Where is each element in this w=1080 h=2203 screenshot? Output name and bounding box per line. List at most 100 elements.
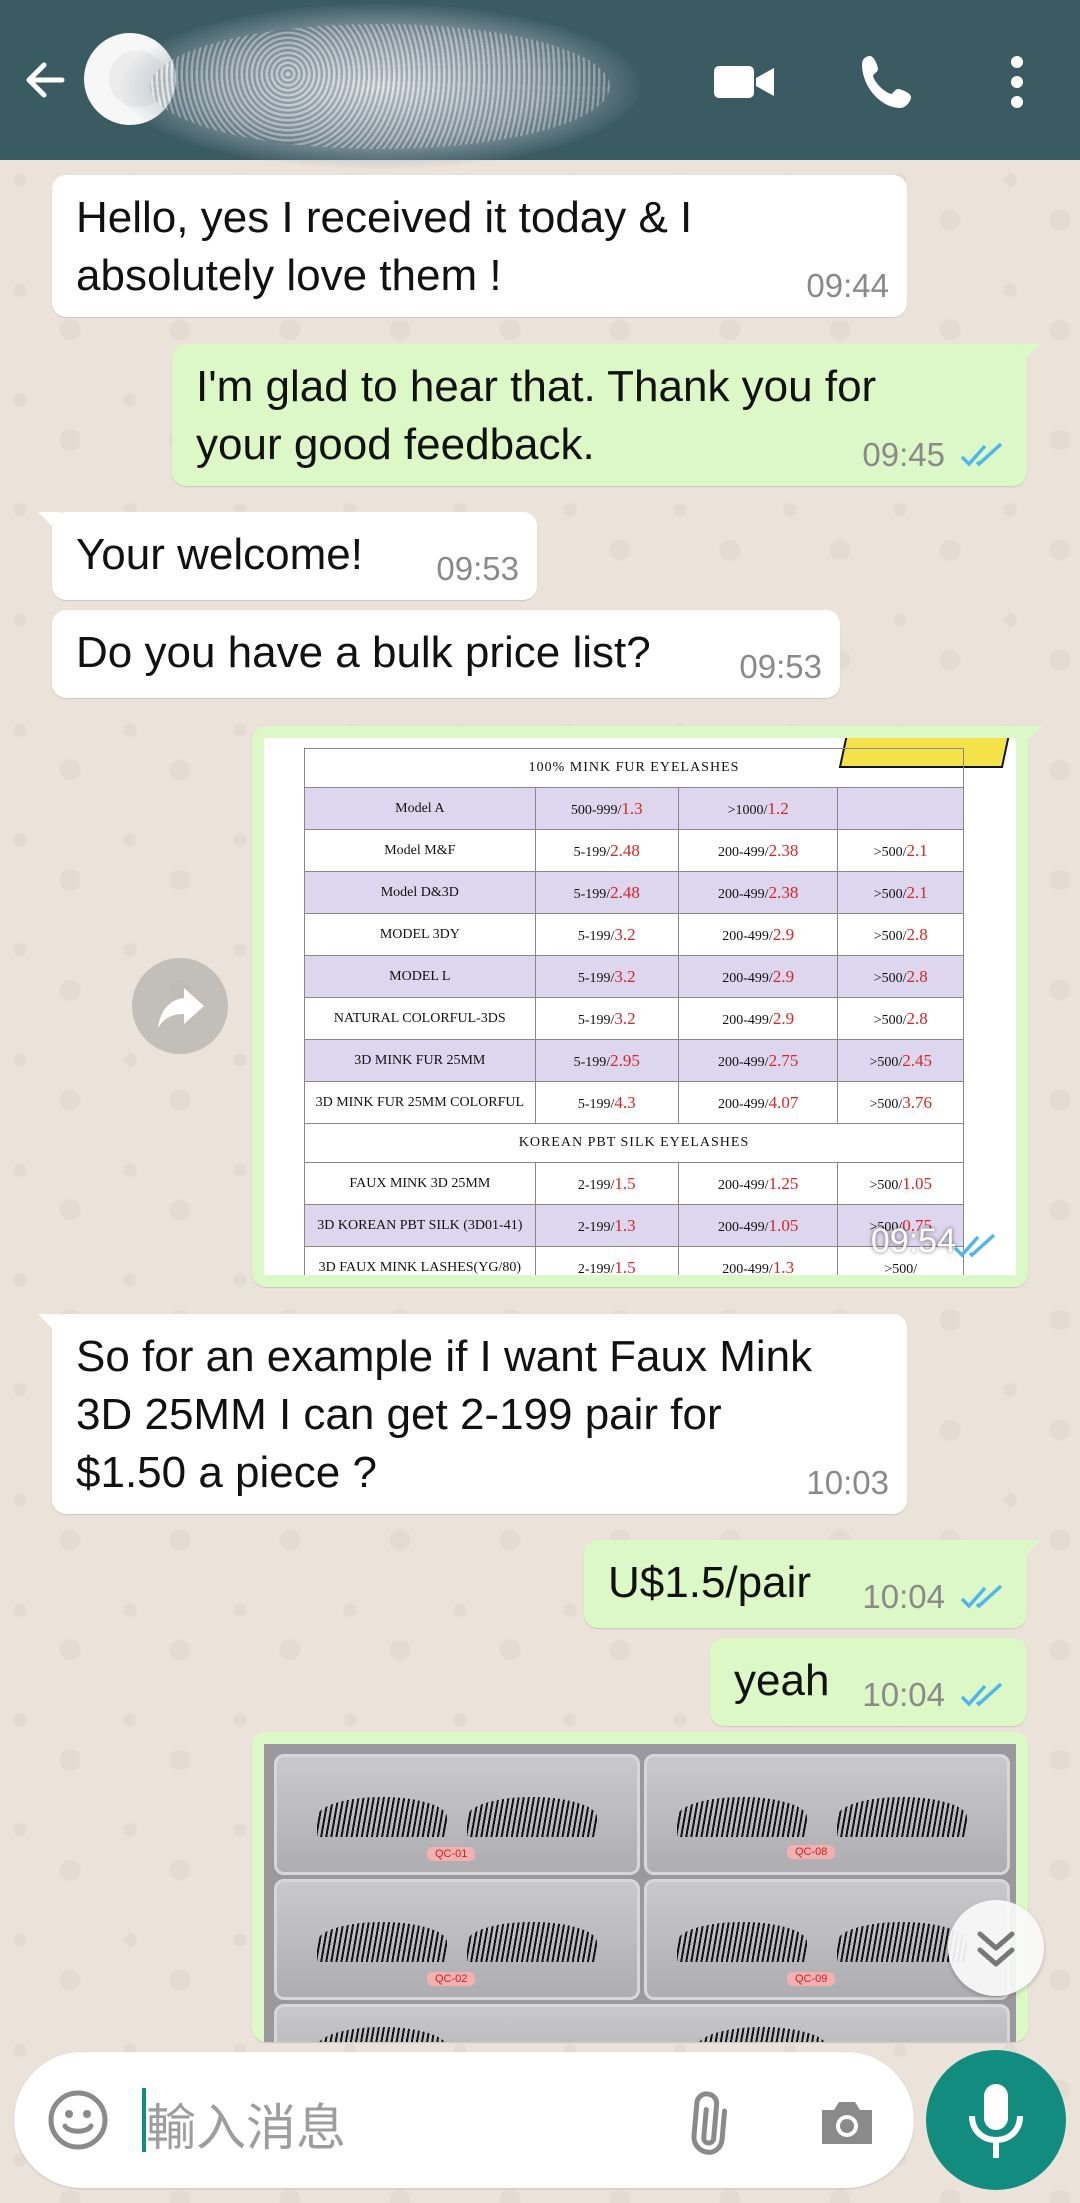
quantity-range: 2-199/ [577, 1261, 615, 1276]
price-cell: >500/1.05 [837, 1162, 964, 1205]
quantity-range: 200-499/ [718, 886, 769, 902]
read-ticks-icon [960, 1682, 1003, 1707]
table-row: Model D&3D 5-199/2.48 200-499/2.38 >500/2.1 [304, 871, 964, 914]
quantity-range: 200-499/ [718, 1219, 769, 1235]
product-tag: QC-08 [787, 1845, 836, 1859]
lash-pair [697, 2027, 827, 2042]
quantity-range: 200-499/ [718, 1096, 769, 1112]
quantity-range: 5-199/ [577, 928, 615, 944]
back-arrow-icon[interactable] [20, 55, 70, 105]
message-time: 10:04 [862, 1676, 945, 1713]
product-tag: QC-02 [427, 1972, 476, 1986]
read-ticks-icon [960, 1584, 1003, 1609]
unit-price: 4.3 [614, 1092, 636, 1112]
price-cell: >500/2.8 [837, 955, 964, 998]
price-cell: >500/2.8 [837, 997, 964, 1040]
unit-price: 2.48 [610, 882, 640, 902]
lash-tray: QC-02 [274, 1879, 640, 2000]
price-cell: 5-199/2.95 [534, 1039, 679, 1082]
forward-button[interactable] [132, 958, 228, 1054]
contact-name-redacted[interactable] [120, 4, 640, 169]
message-text: yeah [734, 1656, 830, 1705]
unit-price: 1.5 [614, 1257, 636, 1276]
video-call-icon[interactable] [712, 50, 776, 114]
quantity-range: 5-199/ [577, 970, 615, 986]
emoji-icon[interactable] [46, 2088, 110, 2152]
chat-header [0, 0, 1080, 169]
attach-icon[interactable] [682, 2090, 748, 2156]
table-row: 3D MINK FUR 25MM COLORFUL 5-199/4.3 200-49… [304, 1081, 964, 1124]
scroll-to-bottom-button[interactable] [948, 1900, 1044, 1996]
message-text: Hello, yes I received it today & I absol… [76, 193, 693, 300]
read-ticks-icon [953, 1233, 996, 1258]
model-name-cell: 3D MINK FUR 25MM COLORFUL [304, 1081, 536, 1124]
message-incoming[interactable]: So for an example if I want Faux Mink 3D… [38, 1314, 907, 1514]
message-incoming[interactable]: Do you have a bulk price list? 09:53 [52, 610, 840, 698]
bubble-tail [1019, 1540, 1041, 1562]
price-cell: 200-499/2.9 [677, 997, 839, 1040]
double-chevron-down-icon [977, 1931, 1015, 1967]
model-name-cell: FAUX MINK 3D 25MM [304, 1162, 536, 1205]
message-text: U$1.5/pair [608, 1558, 812, 1607]
bubble-tail [38, 1314, 60, 1336]
message-input[interactable]: 輸入消息 [146, 2088, 346, 2160]
phone-icon[interactable] [856, 50, 920, 114]
message-time: 09:45 [862, 436, 945, 473]
price-cell: 200-499/2.38 [677, 829, 839, 872]
price-cell: 5-199/4.3 [534, 1081, 679, 1124]
lash-tray [274, 2004, 1010, 2042]
bubble-tail [1019, 344, 1041, 366]
lash-pair [677, 1922, 807, 1962]
quantity-range: >500/ [884, 1261, 918, 1276]
message-composer[interactable]: 輸入消息 [14, 2052, 914, 2188]
lash-pair [837, 1797, 967, 1837]
price-list-image[interactable]: 100% MINK FUR EYELASHES Model A 500-999/1… [264, 738, 1016, 1275]
unit-price: 4.07 [768, 1092, 799, 1112]
price-cell: 200-499/1.05 [677, 1204, 839, 1247]
message-text: I'm glad to hear that. Thank you for you… [196, 362, 877, 469]
unit-price: 1.25 [768, 1173, 799, 1193]
lashes-product-image[interactable]: QC-01 QC-08 QC-02 QC-09 [264, 1744, 1016, 2042]
bubble-tail [1020, 726, 1042, 748]
more-vertical-icon[interactable] [985, 50, 1049, 114]
unit-price: 1.3 [772, 1257, 795, 1276]
camera-icon[interactable] [814, 2090, 880, 2156]
unit-price: 2.8 [906, 966, 928, 986]
unit-price: 1.3 [621, 798, 643, 818]
unit-price: 2.75 [768, 1050, 799, 1070]
unit-price: 1.3 [614, 1215, 636, 1235]
message-incoming[interactable]: Your welcome! 09:53 [38, 512, 537, 600]
microphone-icon [969, 2084, 1023, 2158]
lash-pair [467, 1797, 597, 1837]
model-name-cell: 3D MINK FUR 25MM [304, 1039, 536, 1082]
price-cell: 5-199/2.48 [534, 829, 679, 872]
quantity-range: >500/ [873, 844, 907, 860]
unit-price: 2.48 [610, 840, 640, 860]
table-section-row: KOREAN PBT SILK EYELASHES [304, 1123, 964, 1163]
table-row: Model M&F 5-199/2.48 200-499/2.38 >500/2.1 [304, 829, 964, 872]
table-row: Model A 500-999/1.3 >1000/1.2 [304, 787, 964, 830]
unit-price: 1.5 [614, 1173, 636, 1193]
unit-price: 2.8 [906, 1008, 928, 1028]
product-tag: QC-01 [427, 1847, 476, 1861]
message-outgoing[interactable]: U$1.5/pair 10:04 [584, 1540, 1041, 1628]
message-outgoing[interactable]: I'm glad to hear that. Thank you for you… [172, 344, 1041, 486]
quantity-range: 5-199/ [577, 1012, 615, 1028]
image-message-price-list[interactable]: 100% MINK FUR EYELASHES Model A 500-999/1… [252, 726, 1042, 1287]
voice-record-button[interactable] [926, 2050, 1066, 2190]
quantity-range: 200-499/ [718, 844, 769, 860]
message-time: 10:03 [806, 1464, 889, 1501]
quantity-range: 200-499/ [718, 1177, 769, 1193]
quantity-range: 2-199/ [577, 1177, 615, 1193]
message-incoming[interactable]: Hello, yes I received it today & I absol… [52, 175, 907, 317]
model-name-cell: Model M&F [304, 829, 536, 872]
price-cell: >500/2.1 [837, 871, 964, 914]
image-message-lashes[interactable]: QC-01 QC-08 QC-02 QC-09 [252, 1732, 1028, 2042]
price-cell: 200-499/2.38 [677, 871, 839, 914]
message-outgoing[interactable]: yeah 10:04 [710, 1638, 1027, 1726]
lash-pair [317, 2027, 447, 2042]
unit-price: 3.2 [614, 966, 636, 986]
lash-tray: QC-01 [274, 1754, 640, 1875]
price-cell: 5-199/2.48 [534, 871, 679, 914]
message-time: 10:04 [862, 1578, 945, 1615]
